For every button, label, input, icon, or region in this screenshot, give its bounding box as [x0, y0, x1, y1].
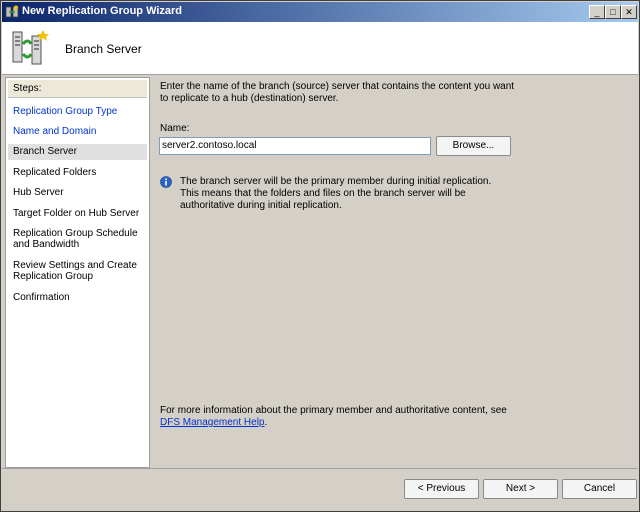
step-confirmation: Confirmation [13, 292, 70, 303]
step-target-folder: Target Folder on Hub Server [13, 208, 140, 219]
content-pane: Enter the name of the branch (source) se… [151, 75, 638, 468]
step-branch-server: Branch Server [8, 144, 147, 160]
more-info-text: For more information about the primary m… [160, 405, 507, 429]
dfs-help-link[interactable]: DFS Management Help [160, 417, 265, 428]
name-label: Name: [160, 123, 190, 134]
title-bar[interactable]: New Replication Group Wizard _ □ ✕ [2, 2, 638, 22]
minimize-button[interactable]: _ [589, 5, 605, 19]
app-icon [5, 5, 19, 18]
previous-button[interactable]: < Previous [404, 479, 479, 499]
info-text: The branch server will be the primary me… [180, 176, 492, 211]
help-link-suffix: . [264, 417, 268, 428]
step-schedule-bandwidth: Replication Group Schedule and Bandwidth [13, 228, 138, 250]
maximize-button[interactable]: □ [605, 5, 621, 19]
step-hub-server: Hub Server [13, 187, 64, 198]
intro-text: Enter the name of the branch (source) se… [160, 81, 515, 104]
step-name-and-domain[interactable]: Name and Domain [8, 126, 147, 137]
next-button[interactable]: Next > [483, 479, 558, 499]
page-title: Branch Server [65, 42, 142, 56]
wizard-window: New Replication Group Wizard _ □ ✕ Branc… [0, 0, 640, 512]
step-replication-group-type[interactable]: Replication Group Type [8, 106, 147, 117]
close-button[interactable]: ✕ [621, 5, 637, 19]
steps-heading: Steps: [8, 80, 147, 98]
cancel-button[interactable]: Cancel [562, 479, 637, 499]
browse-button[interactable]: Browse... [436, 136, 511, 156]
steps-panel: Steps: Replication Group Type Name and D… [5, 77, 150, 468]
branch-server-name-input[interactable]: server2.contoso.local [159, 137, 431, 155]
more-info-label: For more information about the primary m… [160, 405, 507, 416]
step-replicated-folders: Replicated Folders [13, 167, 97, 178]
replication-servers-icon [12, 30, 49, 65]
step-review-settings: Review Settings and Create Replication G… [13, 260, 137, 282]
window-title: New Replication Group Wizard [22, 5, 183, 17]
steps-heading-label: Steps: [13, 83, 42, 94]
button-bar: < Previous Next > Cancel [2, 468, 638, 510]
wizard-header: Branch Server [2, 22, 638, 75]
info-icon [160, 176, 172, 188]
